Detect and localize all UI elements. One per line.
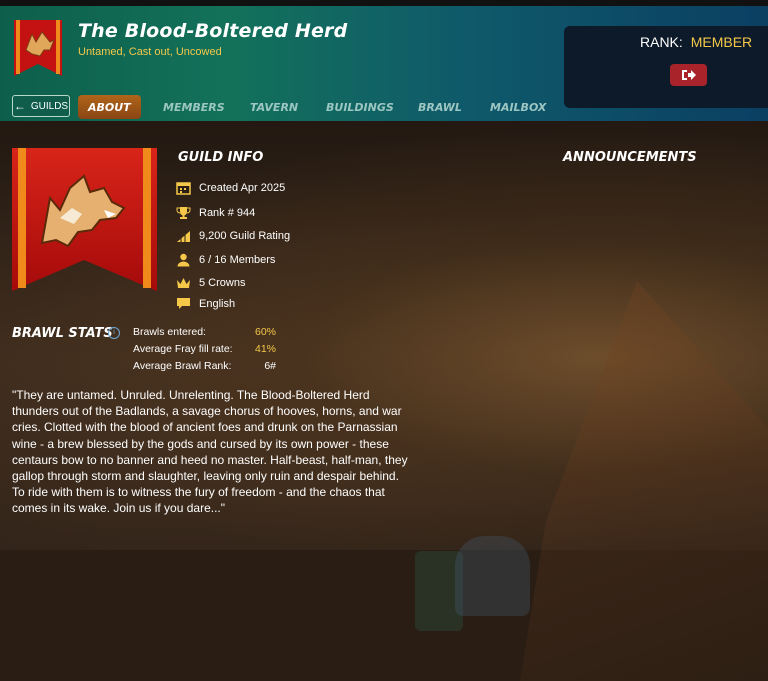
calendar-icon bbox=[176, 182, 191, 195]
tab-about[interactable]: ABOUT bbox=[78, 95, 141, 119]
rank-value: MEMBER bbox=[690, 34, 753, 50]
info-members: 6 / 16 Members bbox=[176, 252, 275, 268]
announcements-title: ANNOUNCEMENTS bbox=[563, 150, 697, 165]
background-helmet bbox=[455, 536, 530, 616]
back-to-guilds-button[interactable]: ← GUILDS bbox=[12, 95, 70, 117]
stat-value-fray-fill-rate: 41% bbox=[254, 343, 276, 355]
crowns-text: 5 Crowns bbox=[199, 277, 246, 289]
info-created: Created Apr 2025 bbox=[176, 180, 285, 196]
rating-text: 9,200 Guild Rating bbox=[199, 230, 291, 242]
logout-icon bbox=[681, 70, 696, 80]
guild-info-title: GUILD INFO bbox=[178, 150, 264, 165]
stat-label-fray-fill-rate: Average Fray fill rate: bbox=[133, 343, 233, 355]
guild-tagline: Untamed, Cast out, Uncowed bbox=[78, 46, 222, 58]
crown-icon bbox=[177, 278, 190, 288]
language-text: English bbox=[199, 298, 236, 310]
brawl-stats-title: BRAWL STATS bbox=[12, 326, 113, 341]
tab-tavern[interactable]: TAVERN bbox=[250, 95, 298, 119]
info-rating: 9,200 Guild Rating bbox=[176, 228, 290, 244]
rating-chart-icon bbox=[177, 231, 190, 242]
stat-label-brawls-entered: Brawls entered: bbox=[133, 326, 206, 338]
logout-button[interactable] bbox=[670, 64, 707, 86]
tab-brawl[interactable]: BRAWL bbox=[418, 95, 462, 119]
info-icon[interactable]: i bbox=[108, 327, 120, 339]
stat-value-brawls-entered: 60% bbox=[254, 326, 276, 338]
info-rank: Rank # 944 bbox=[176, 205, 255, 221]
guild-header: The Blood-Boltered Herd Untamed, Cast ou… bbox=[0, 6, 768, 121]
speech-bubble-icon bbox=[177, 298, 190, 309]
tab-mailbox[interactable]: MAILBOX bbox=[490, 95, 546, 119]
trophy-icon bbox=[176, 207, 191, 219]
rank-label: RANK: bbox=[640, 34, 683, 50]
info-crowns: 5 Crowns bbox=[176, 275, 245, 291]
background-tent bbox=[520, 281, 768, 681]
info-language: English bbox=[176, 296, 235, 312]
guild-description: "They are untamed. Unruled. Unrelenting.… bbox=[12, 388, 408, 516]
rank-display: RANK: MEMBER bbox=[640, 34, 752, 50]
tab-members[interactable]: MEMBERS bbox=[163, 95, 225, 119]
tab-buildings[interactable]: BUILDINGS bbox=[326, 95, 394, 119]
arrow-left-icon: ← bbox=[13, 99, 26, 113]
member-icon bbox=[177, 253, 190, 267]
members-text: 6 / 16 Members bbox=[199, 254, 276, 266]
guild-banner-icon bbox=[14, 20, 62, 76]
guild-name: The Blood-Boltered Herd bbox=[78, 20, 348, 42]
created-text: Created Apr 2025 bbox=[199, 182, 286, 194]
guild-emblem bbox=[12, 148, 157, 291]
stat-label-brawl-rank: Average Brawl Rank: bbox=[133, 360, 232, 372]
stat-value-brawl-rank: 6# bbox=[264, 360, 276, 372]
rank-text: Rank # 944 bbox=[199, 207, 256, 219]
guilds-button-label: GUILDS bbox=[30, 100, 69, 112]
